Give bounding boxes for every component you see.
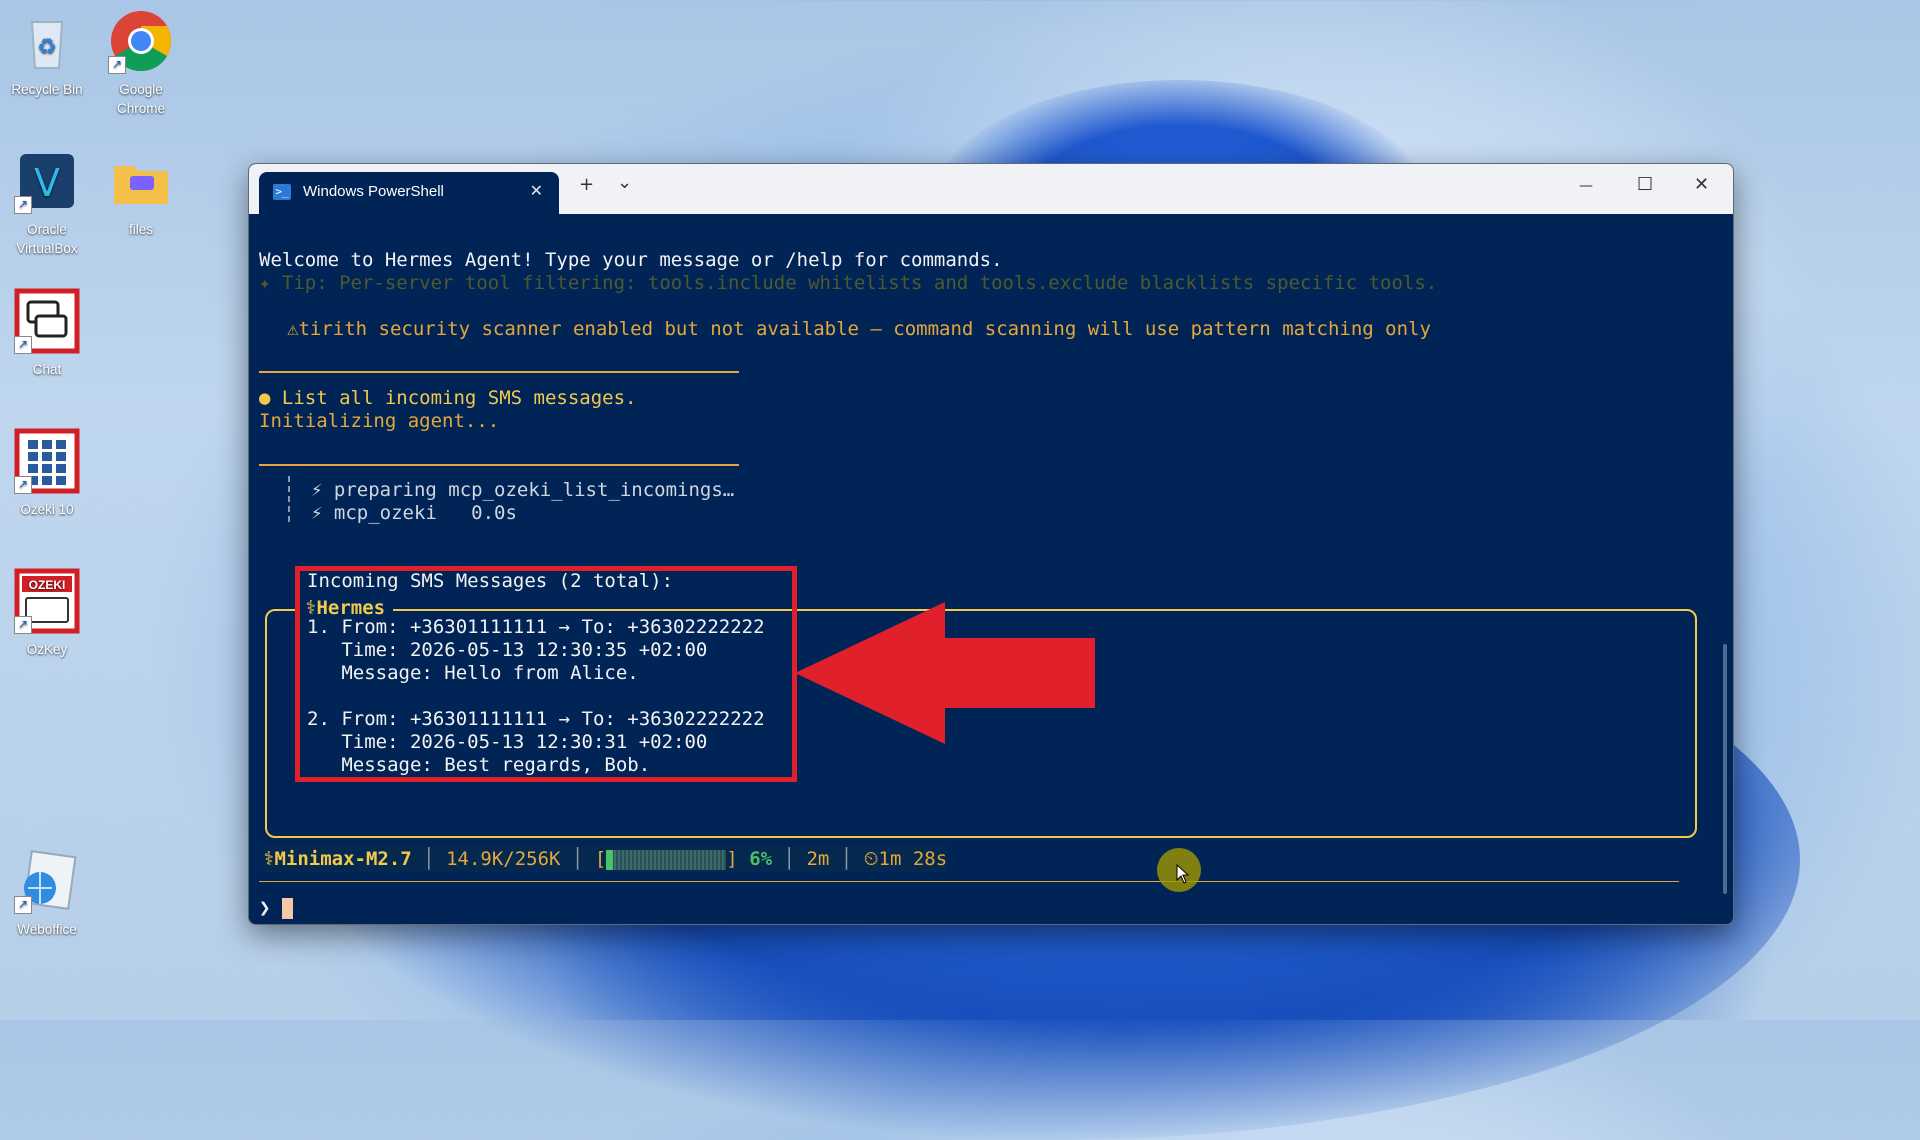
shortcut-arrow-icon: ↗ <box>14 896 32 914</box>
elapsed-time: 2m <box>806 848 830 870</box>
context-usage-bar <box>606 849 727 870</box>
welcome-line: Welcome to Hermes Agent! Type your messa… <box>259 249 1003 271</box>
minimize-button[interactable]: — <box>1579 178 1593 194</box>
shortcut-arrow-icon: ↗ <box>14 336 32 354</box>
input-line[interactable]: ❯ <box>259 897 293 920</box>
session-timer: ⏲1m 28s <box>863 848 948 870</box>
status-separator: │ <box>840 848 853 870</box>
chat-icon: ↗ <box>14 288 80 354</box>
desktop-icon-label: Recycle Bin <box>11 82 83 97</box>
mouse-pointer-icon <box>1176 864 1190 884</box>
virtualbox-icon: V ↗ <box>14 148 80 214</box>
desktop-icon-label: files <box>128 222 153 237</box>
svg-text:OZEKI: OZEKI <box>29 578 66 592</box>
powershell-window: >_ Windows PowerShell ✕ + ⌄ — ☐ ✕ Welcom… <box>248 163 1734 925</box>
scrollbar[interactable] <box>1723 644 1727 894</box>
status-bar: ⚕Minimax-M2.7 │ 14.9K/256K │ [] 6% │ 2m … <box>263 846 948 872</box>
close-window-button[interactable]: ✕ <box>1694 174 1709 195</box>
desktop-icon-label: Weboffice <box>17 922 77 937</box>
context-percent: 6% <box>749 848 773 870</box>
desktop-icon-weboffice[interactable]: ↗ Weboffice <box>1 848 93 939</box>
folder-icon <box>108 148 174 214</box>
desktop-icon-label: Ozeki 10 <box>20 502 74 517</box>
highlight-box <box>295 566 797 782</box>
desktop-icon-label: OzKey <box>26 642 68 657</box>
desktop-icon-label: Oracle VirtualBox <box>16 222 78 256</box>
status-separator: │ <box>783 848 795 870</box>
tip-line: ✦ Tip: Per-server tool filtering: tools.… <box>259 272 1438 294</box>
desktop-icon-google-chrome[interactable]: ↗ Google Chrome <box>95 8 187 118</box>
new-tab-button[interactable]: + <box>579 174 594 195</box>
tab-close-icon[interactable]: ✕ <box>530 181 543 200</box>
desktop-icon-oracle-virtualbox[interactable]: V ↗ Oracle VirtualBox <box>1 148 93 258</box>
shortcut-arrow-icon: ↗ <box>14 476 32 494</box>
powershell-icon: >_ <box>273 184 291 200</box>
svg-text:V: V <box>34 161 60 205</box>
user-prompt-line: ● List all incoming SMS messages. <box>259 387 637 410</box>
desktop-icon-label: Chat <box>32 362 62 377</box>
shortcut-arrow-icon: ↗ <box>14 616 32 634</box>
red-arrow-icon <box>795 602 1095 744</box>
desktop-icon-files[interactable]: files <box>95 148 187 239</box>
user-prompt-text: ● List all incoming SMS messages. <box>259 387 637 409</box>
tool-tree-guide <box>288 476 290 522</box>
context-usage-fill <box>606 849 614 870</box>
ozeki-keypad-icon: ↗ <box>14 428 80 494</box>
svg-text:♻: ♻ <box>37 34 57 59</box>
desktop-icon-ozeki-10[interactable]: ↗ Ozeki 10 <box>1 428 93 519</box>
desktop-icon-ozkey[interactable]: OZEKI ↗ OzKey <box>1 568 93 659</box>
status-separator: │ <box>571 848 584 870</box>
text-cursor <box>281 898 293 919</box>
model-name: ⚕Minimax-M2.7 <box>263 848 412 870</box>
shortcut-arrow-icon: ↗ <box>108 56 126 74</box>
separator-rule <box>259 371 739 373</box>
warning-line: ⚠tirith security scanner enabled but not… <box>287 318 1431 340</box>
maximize-button[interactable]: ☐ <box>1637 174 1653 195</box>
status-separator: │ <box>423 848 435 870</box>
tab-title: Windows PowerShell <box>303 183 444 200</box>
weboffice-icon: ↗ <box>14 848 80 914</box>
separator-rule <box>259 464 739 466</box>
context-bar-open: [ <box>594 848 607 870</box>
initializing-line: Initializing agent... <box>259 410 500 432</box>
token-usage: 14.9K/256K <box>446 848 561 870</box>
desktop-icon-recycle-bin[interactable]: ♻ Recycle Bin <box>1 8 93 99</box>
ozkey-keyboard-icon: OZEKI ↗ <box>14 568 80 634</box>
tab-dropdown-button[interactable]: ⌄ <box>617 172 632 193</box>
context-bar-close: ] <box>726 848 738 870</box>
tool-result-line: ⚡ mcp_ozeki 0.0s <box>311 502 517 524</box>
chrome-icon: ↗ <box>108 8 174 74</box>
desktop-icon-label: Google Chrome <box>116 82 165 116</box>
tab-windows-powershell[interactable]: >_ Windows PowerShell ✕ <box>259 172 559 214</box>
prompt-chevron-icon: ❯ <box>259 897 271 919</box>
tool-call-line: ⚡ preparing mcp_ozeki_list_incomings… <box>311 479 735 501</box>
shortcut-arrow-icon: ↗ <box>14 196 32 214</box>
desktop-icon-chat[interactable]: ↗ Chat <box>1 288 93 379</box>
input-top-rule <box>259 881 1679 882</box>
recycle-bin-icon: ♻ <box>14 8 80 74</box>
title-bar: >_ Windows PowerShell ✕ + ⌄ — ☐ ✕ <box>249 164 1733 214</box>
